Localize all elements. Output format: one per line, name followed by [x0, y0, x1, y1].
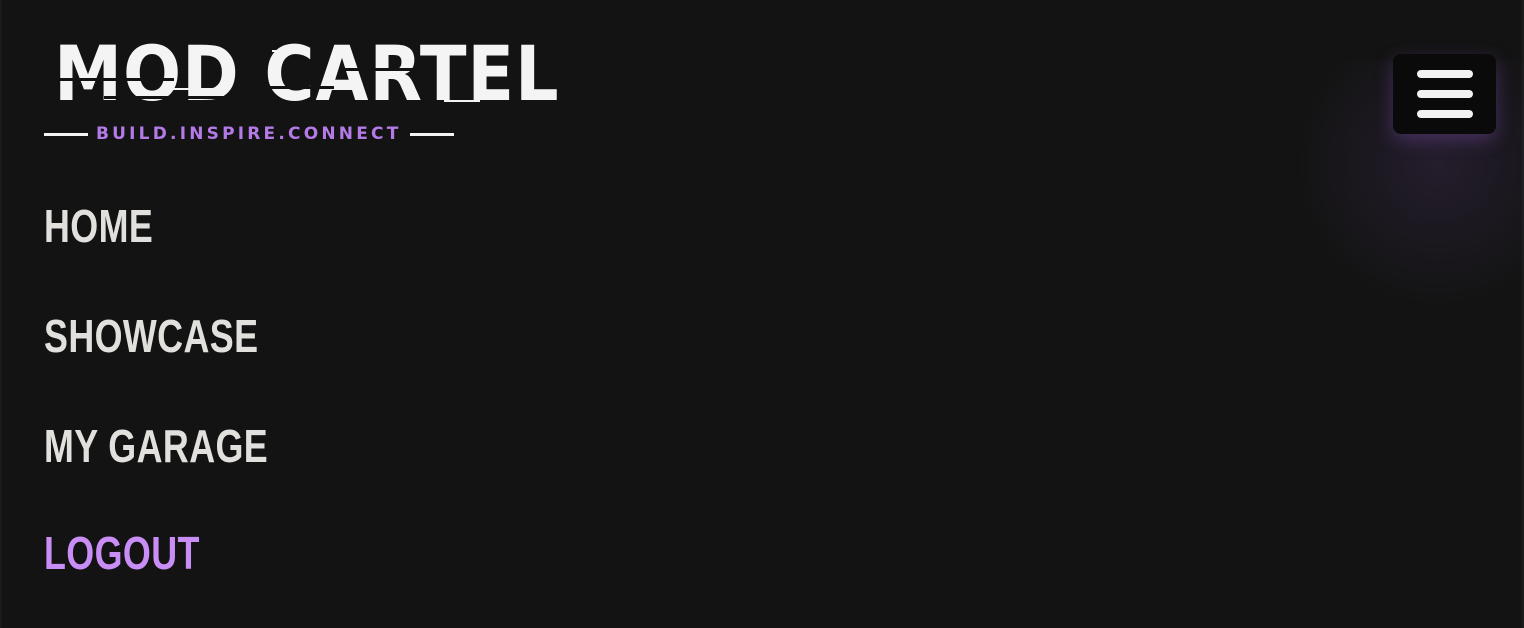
logo-glitch-line: [444, 100, 480, 102]
nav-link-home[interactable]: HOME: [44, 198, 153, 254]
logo-glitch-line: [172, 88, 222, 90]
hamburger-menu-icon: [1417, 90, 1473, 98]
nav-link-showcase[interactable]: SHOWCASE: [44, 308, 258, 364]
tagline-left-rule: [44, 132, 88, 136]
logo-glitch-strip: [244, 86, 334, 89]
brand-logo[interactable]: MOD CARTEL BUILD.INSPIRE.CONNECT: [44, 30, 559, 150]
logo-glitch-strip: [344, 68, 424, 71]
hamburger-menu-icon: [1417, 110, 1473, 118]
brand-title: MOD CARTEL: [54, 29, 560, 118]
logo-glitch-strip: [54, 78, 174, 81]
nav-link-my-garage[interactable]: MY GARAGE: [44, 418, 268, 474]
hamburger-menu-icon: [1417, 70, 1473, 78]
nav-link-logout[interactable]: LOGOUT: [44, 525, 200, 581]
logo-glitch-strip: [104, 96, 244, 99]
menu-toggle-button[interactable]: [1393, 54, 1496, 134]
logo-glitch-line: [272, 50, 296, 52]
brand-tagline: BUILD.INSPIRE.CONNECT: [96, 124, 402, 144]
tagline-right-rule: [409, 132, 454, 136]
tagline-row: BUILD.INSPIRE.CONNECT: [44, 123, 492, 145]
mobile-nav-overlay: MOD CARTEL BUILD.INSPIRE.CONNECT HOME SH…: [0, 0, 1524, 628]
